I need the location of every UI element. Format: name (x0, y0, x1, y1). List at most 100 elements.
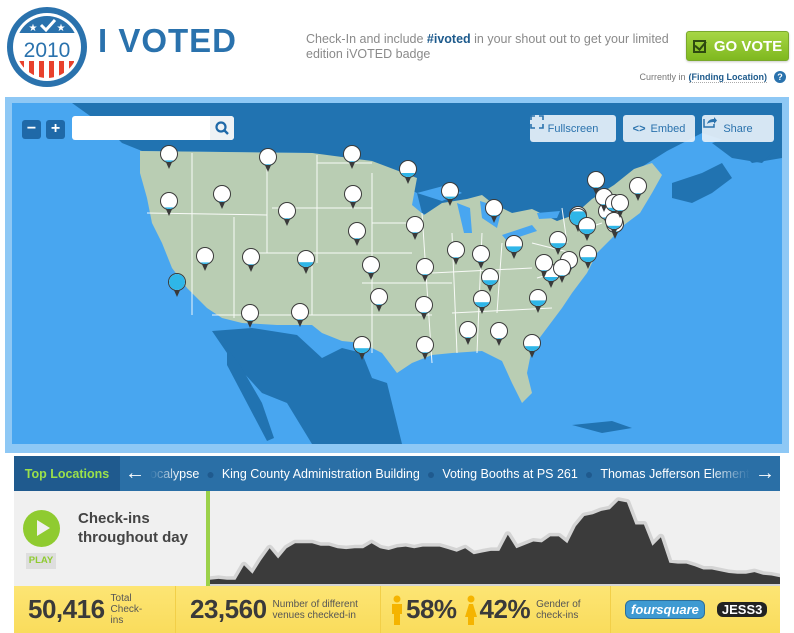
state-pin[interactable] (528, 288, 548, 314)
stat-gender: 58% 42% Gender of check-ins (381, 586, 611, 633)
state-pin[interactable] (290, 302, 310, 328)
state-pin[interactable] (484, 198, 504, 224)
state-pin[interactable] (277, 201, 297, 227)
top-locations-bar: Top Locations ← ocalypse ● King County A… (14, 456, 780, 491)
embed-button[interactable]: <> Embed (623, 115, 695, 142)
state-pin[interactable] (240, 303, 260, 329)
state-pin[interactable] (415, 335, 435, 361)
state-pin[interactable] (578, 244, 598, 270)
zoom-in-button[interactable]: + (46, 120, 65, 139)
location-item[interactable]: Voting Booths at PS 261 (442, 467, 578, 481)
state-pin[interactable] (577, 216, 597, 242)
state-pin[interactable] (241, 247, 261, 273)
location-prefix: Currently in (639, 72, 686, 82)
separator-dot: ● (584, 465, 594, 482)
current-location: Currently in (Finding Location) ? (639, 71, 786, 83)
state-pin[interactable] (352, 335, 372, 361)
state-pin[interactable] (361, 255, 381, 281)
fullscreen-label: Fullscreen (547, 122, 599, 135)
play-button[interactable] (23, 510, 60, 547)
location-item[interactable]: King County Administration Building (222, 467, 420, 481)
embed-icon: <> (632, 122, 646, 135)
svg-text:★: ★ (57, 23, 66, 34)
play-label[interactable]: PLAY (26, 553, 56, 569)
state-pin[interactable] (405, 215, 425, 241)
state-pin[interactable] (167, 272, 187, 298)
embed-label: Embed (650, 122, 686, 135)
state-pin[interactable] (628, 176, 648, 202)
state-pin[interactable] (414, 295, 434, 321)
location-link[interactable]: (Finding Location) (688, 72, 767, 83)
fullscreen-button[interactable]: Fullscreen (530, 115, 616, 142)
state-pin[interactable] (472, 289, 492, 315)
state-pin[interactable] (415, 257, 435, 283)
foursquare-logo[interactable]: foursquare (625, 600, 705, 619)
state-pin[interactable] (369, 287, 389, 313)
state-pin[interactable] (258, 147, 278, 173)
state-pin[interactable] (342, 144, 362, 170)
zoom-out-button[interactable]: − (22, 120, 41, 139)
map-geography (72, 103, 782, 444)
total-checkins-value: 50,416 (28, 594, 105, 624)
state-pin[interactable] (610, 193, 630, 219)
cuba-region (572, 421, 632, 433)
checkins-timeline-panel: PLAY Check-ins throughout day (14, 491, 780, 586)
female-percent: 42% (479, 594, 531, 624)
ticker-fade-right (710, 456, 750, 491)
promo-hashtag: #ivoted (426, 32, 471, 46)
partners: foursquare JESS3 (611, 586, 780, 633)
state-pin[interactable] (398, 159, 418, 185)
search-button[interactable] (210, 116, 234, 140)
state-pin[interactable] (343, 184, 363, 210)
separator-dot: ● (206, 465, 215, 482)
stats-bar: 50,416 Total Check-ins 23,560 Number of … (14, 586, 780, 633)
male-percent: 58% (406, 594, 457, 624)
state-pin[interactable] (458, 320, 478, 346)
state-pin[interactable] (159, 144, 179, 170)
go-vote-button[interactable]: GO VOTE (686, 31, 789, 61)
male-icon (392, 595, 402, 625)
share-label: Share (723, 122, 753, 135)
state-pin[interactable] (347, 221, 367, 247)
stat-total-checkins: 50,416 Total Check-ins (14, 586, 176, 633)
i-voted-badge-logo[interactable]: ★ ★ 2010 (5, 5, 89, 89)
maritimes-region (672, 163, 732, 203)
svg-text:★: ★ (29, 23, 38, 34)
state-pin[interactable] (504, 234, 524, 260)
state-pin[interactable] (552, 258, 572, 284)
top-locations-ticker: ocalypse ● King County Administration Bu… (150, 456, 750, 491)
checkbox-icon (692, 39, 706, 53)
fullscreen-icon (530, 115, 544, 129)
help-icon[interactable]: ? (774, 71, 786, 83)
search-icon (215, 121, 229, 135)
separator-dot: ● (426, 465, 436, 482)
state-pin[interactable] (534, 253, 554, 279)
total-checkins-label: Total Check-ins (110, 593, 143, 626)
next-arrow-icon[interactable]: → (750, 456, 780, 491)
state-pin[interactable] (296, 249, 316, 275)
state-pin[interactable] (489, 321, 509, 347)
share-button[interactable]: Share (702, 115, 774, 142)
us-map[interactable]: − + Fullscreen <> Embed Share (12, 103, 782, 444)
prev-arrow-icon[interactable]: ← (120, 456, 150, 491)
state-pin[interactable] (212, 184, 232, 210)
state-pin[interactable] (195, 246, 215, 272)
state-pin[interactable] (159, 191, 179, 217)
ticker-fade-left (150, 456, 180, 491)
female-icon (464, 595, 477, 625)
promo-text: Check-In and include #ivoted in your sho… (306, 32, 676, 62)
venues-label: Number of different venues checked-in (272, 598, 358, 621)
stat-venues: 23,560 Number of different venues checke… (176, 586, 381, 633)
map-search-box (72, 116, 234, 140)
jess3-logo[interactable]: JESS3 (716, 602, 768, 617)
go-vote-label: GO VOTE (713, 37, 783, 55)
timeline-title: Check-ins throughout day (78, 510, 188, 546)
badge-year: 2010 (24, 39, 71, 62)
map-search-input[interactable] (72, 116, 208, 140)
checkins-area-chart (210, 497, 780, 586)
page: ★ ★ 2010 I VOTED Check-In and include #i… (0, 0, 794, 633)
state-pin[interactable] (446, 240, 466, 266)
gender-label: Gender of check-ins (536, 598, 581, 621)
state-pin[interactable] (522, 333, 542, 359)
state-pin[interactable] (440, 181, 460, 207)
